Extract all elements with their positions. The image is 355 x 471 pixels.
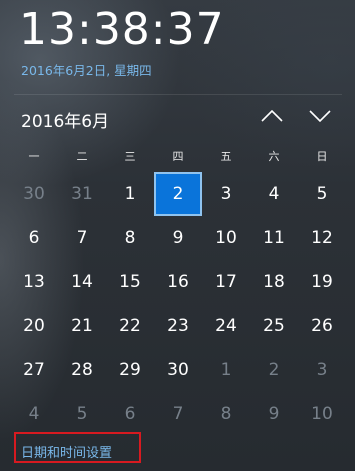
weekday-label: 五: [220, 150, 232, 163]
calendar-day[interactable]: 7: [154, 392, 202, 436]
highlight-annotation-box: [14, 432, 141, 463]
calendar-day[interactable]: 19: [298, 260, 346, 304]
weekday-label: 二: [76, 150, 88, 163]
weekday-label: 三: [124, 150, 136, 163]
clock-time: 13:38:37: [19, 4, 225, 55]
calendar-day[interactable]: 11: [250, 216, 298, 260]
weekday-label: 六: [268, 150, 280, 163]
calendar-day[interactable]: 17: [202, 260, 250, 304]
calendar-day[interactable]: 10: [202, 216, 250, 260]
calendar-grid: 30 31 1 2 3 4 5 6 7 8 9 10 11 12 13 14 15 16 17 18 19 20 21 22 2…: [10, 172, 346, 436]
calendar-day[interactable]: 28: [58, 348, 106, 392]
calendar-day[interactable]: 5: [58, 392, 106, 436]
calendar-day[interactable]: 27: [10, 348, 58, 392]
calendar-day[interactable]: 1: [202, 348, 250, 392]
calendar-day[interactable]: 7: [58, 216, 106, 260]
calendar-day[interactable]: 30: [10, 172, 58, 216]
weekday-header: 一 二 三 四 五 六 日: [10, 148, 346, 166]
calendar-day[interactable]: 8: [202, 392, 250, 436]
next-month-button[interactable]: [306, 104, 334, 128]
calendar-day[interactable]: 8: [106, 216, 154, 260]
calendar-day[interactable]: 3: [298, 348, 346, 392]
chevron-down-icon: [309, 110, 331, 122]
calendar-day[interactable]: 21: [58, 304, 106, 348]
calendar-day[interactable]: 4: [10, 392, 58, 436]
calendar-day[interactable]: 9: [250, 392, 298, 436]
calendar-day[interactable]: 15: [106, 260, 154, 304]
month-title[interactable]: 2016年6月: [21, 107, 109, 132]
calendar-day[interactable]: 25: [250, 304, 298, 348]
calendar-day[interactable]: 5: [298, 172, 346, 216]
calendar-day[interactable]: 9: [154, 216, 202, 260]
calendar-day[interactable]: 3: [202, 172, 250, 216]
calendar-day[interactable]: 4: [250, 172, 298, 216]
calendar-day[interactable]: 16: [154, 260, 202, 304]
calendar-day[interactable]: 24: [202, 304, 250, 348]
calendar-day[interactable]: 22: [106, 304, 154, 348]
calendar-day-today[interactable]: 2: [154, 172, 202, 216]
current-date-link[interactable]: 2016年6月2日, 星期四: [21, 60, 152, 79]
divider: [14, 94, 342, 95]
calendar-day[interactable]: 26: [298, 304, 346, 348]
calendar-day[interactable]: 30: [154, 348, 202, 392]
calendar-day[interactable]: 14: [58, 260, 106, 304]
calendar-day[interactable]: 1: [106, 172, 154, 216]
calendar-day[interactable]: 10: [298, 392, 346, 436]
weekday-label: 一: [28, 150, 40, 163]
calendar-day[interactable]: 6: [106, 392, 154, 436]
weekday-label: 四: [172, 150, 184, 163]
calendar-day[interactable]: 31: [58, 172, 106, 216]
calendar-day[interactable]: 18: [250, 260, 298, 304]
previous-month-button[interactable]: [258, 104, 286, 128]
calendar-day[interactable]: 20: [10, 304, 58, 348]
calendar-day[interactable]: 29: [106, 348, 154, 392]
calendar-day[interactable]: 13: [10, 260, 58, 304]
calendar-day[interactable]: 12: [298, 216, 346, 260]
calendar-day[interactable]: 6: [10, 216, 58, 260]
calendar-day[interactable]: 2: [250, 348, 298, 392]
chevron-up-icon: [261, 110, 283, 122]
weekday-label: 日: [316, 150, 328, 163]
calendar-day[interactable]: 23: [154, 304, 202, 348]
